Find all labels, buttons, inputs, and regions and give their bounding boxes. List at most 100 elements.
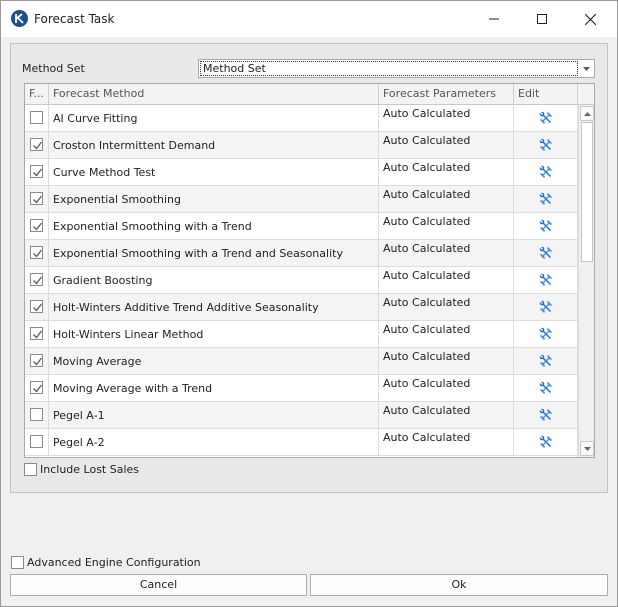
column-header-check[interactable]: F... — [25, 84, 49, 105]
row-params-value: Auto Calculated — [383, 350, 471, 363]
row-checkbox[interactable] — [30, 192, 43, 205]
row-check-cell — [25, 240, 49, 266]
ok-button[interactable]: Ok — [310, 574, 608, 596]
close-button[interactable] — [567, 1, 613, 37]
row-check-cell — [25, 375, 49, 401]
tools-icon[interactable] — [538, 299, 554, 315]
row-check-cell — [25, 294, 49, 320]
tools-icon[interactable] — [538, 245, 554, 261]
chevron-down-icon[interactable] — [579, 60, 594, 77]
table-row[interactable]: Pegel A-2 Auto Calculated — [25, 429, 578, 456]
column-header-edit[interactable]: Edit — [514, 84, 578, 105]
minimize-button[interactable] — [471, 1, 517, 37]
table-row[interactable]: Croston Intermittent Demand Auto Calculat… — [25, 132, 578, 159]
row-edit-cell — [514, 348, 578, 374]
row-params-cell: Auto Calculated — [379, 213, 514, 239]
scroll-down-button[interactable] — [580, 441, 594, 456]
row-checkbox[interactable] — [30, 165, 43, 178]
row-edit-cell — [514, 213, 578, 239]
row-checkbox[interactable] — [30, 138, 43, 151]
row-params-cell: Auto Calculated — [379, 402, 514, 428]
row-method-cell: Moving Average — [49, 348, 379, 374]
tools-icon[interactable] — [538, 434, 554, 450]
row-check-cell — [25, 321, 49, 347]
row-check-cell — [25, 159, 49, 185]
tools-icon[interactable] — [538, 380, 554, 396]
row-method-cell: Croston Intermittent Demand — [49, 132, 379, 158]
row-checkbox[interactable] — [30, 354, 43, 367]
row-params-value: Auto Calculated — [383, 134, 471, 147]
row-edit-cell — [514, 132, 578, 158]
row-checkbox[interactable] — [30, 246, 43, 259]
row-method-cell: Exponential Smoothing — [49, 186, 379, 212]
row-edit-cell — [514, 240, 578, 266]
maximize-button[interactable] — [519, 1, 565, 37]
column-header-method[interactable]: Forecast Method — [49, 84, 379, 105]
row-checkbox[interactable] — [30, 273, 43, 286]
scrollbar-thumb[interactable] — [581, 122, 593, 262]
row-checkbox[interactable] — [30, 219, 43, 232]
tools-icon[interactable] — [538, 353, 554, 369]
tools-icon[interactable] — [538, 272, 554, 288]
tools-icon[interactable] — [538, 137, 554, 153]
table-row[interactable]: Holt-Winters Linear Method Auto Calculate… — [25, 321, 578, 348]
row-method-name: Exponential Smoothing with a Trend and S… — [53, 247, 343, 260]
row-method-name: Exponential Smoothing — [53, 193, 181, 206]
row-check-cell — [25, 429, 49, 455]
row-params-value: Auto Calculated — [383, 404, 471, 417]
table-row[interactable]: Pegel A-1 Auto Calculated — [25, 402, 578, 429]
column-header-filler — [578, 84, 594, 105]
row-params-value: Auto Calculated — [383, 296, 471, 309]
row-method-cell: Exponential Smoothing with a Trend — [49, 213, 379, 239]
table-row[interactable]: Moving Average Auto Calculated — [25, 348, 578, 375]
method-set-dropdown[interactable]: Method Set — [198, 59, 595, 78]
cancel-button[interactable]: Cancel — [10, 574, 307, 596]
row-method-name: Croston Intermittent Demand — [53, 139, 216, 152]
tools-icon[interactable] — [538, 326, 554, 342]
row-method-cell: Pegel A-1 — [49, 402, 379, 428]
row-params-cell: Auto Calculated — [379, 240, 514, 266]
row-checkbox[interactable] — [30, 327, 43, 340]
table-row[interactable]: Moving Average with a Trend Auto Calculat… — [25, 375, 578, 402]
tools-icon[interactable] — [538, 164, 554, 180]
row-check-cell — [25, 132, 49, 158]
row-method-cell: Exponential Smoothing with a Trend and S… — [49, 240, 379, 266]
row-params-cell: Auto Calculated — [379, 159, 514, 185]
row-method-cell: Holt-Winters Additive Trend Additive Sea… — [49, 294, 379, 320]
row-params-cell: Auto Calculated — [379, 132, 514, 158]
include-lost-sales-checkbox[interactable] — [24, 463, 37, 476]
row-edit-cell — [514, 375, 578, 401]
tools-icon[interactable] — [538, 218, 554, 234]
advanced-engine-label: Advanced Engine Configuration — [27, 556, 201, 569]
row-check-cell — [25, 348, 49, 374]
table-row[interactable]: Exponential Smoothing Auto Calculated — [25, 186, 578, 213]
table-row[interactable]: AI Curve Fitting Auto Calculated — [25, 105, 578, 132]
row-edit-cell — [514, 159, 578, 185]
row-checkbox[interactable] — [30, 408, 43, 421]
tools-icon[interactable] — [538, 407, 554, 423]
table-row[interactable]: Curve Method Test Auto Calculated — [25, 159, 578, 186]
row-params-value: Auto Calculated — [383, 323, 471, 336]
table-row[interactable]: Gradient Boosting Auto Calculated — [25, 267, 578, 294]
table-row[interactable]: Exponential Smoothing with a Trend and S… — [25, 240, 578, 267]
table-row[interactable]: Holt-Winters Additive Trend Additive Sea… — [25, 294, 578, 321]
row-params-cell: Auto Calculated — [379, 429, 514, 455]
row-params-cell: Auto Calculated — [379, 321, 514, 347]
table-row[interactable]: Exponential Smoothing with a Trend Auto C… — [25, 213, 578, 240]
row-checkbox[interactable] — [30, 435, 43, 448]
include-lost-sales-label: Include Lost Sales — [40, 463, 140, 476]
tools-icon[interactable] — [538, 110, 554, 126]
vertical-scrollbar[interactable] — [578, 105, 594, 457]
row-checkbox[interactable] — [30, 111, 43, 124]
column-header-params[interactable]: Forecast Parameters — [379, 84, 514, 105]
scroll-up-button[interactable] — [580, 106, 594, 121]
row-checkbox[interactable] — [30, 381, 43, 394]
row-params-cell: Auto Calculated — [379, 186, 514, 212]
advanced-engine-checkbox[interactable] — [11, 556, 24, 569]
row-params-cell: Auto Calculated — [379, 294, 514, 320]
tools-icon[interactable] — [538, 191, 554, 207]
row-edit-cell — [514, 105, 578, 131]
row-method-cell: Pegel A-2 — [49, 429, 379, 455]
row-checkbox[interactable] — [30, 300, 43, 313]
window-title: Forecast Task — [34, 12, 115, 26]
